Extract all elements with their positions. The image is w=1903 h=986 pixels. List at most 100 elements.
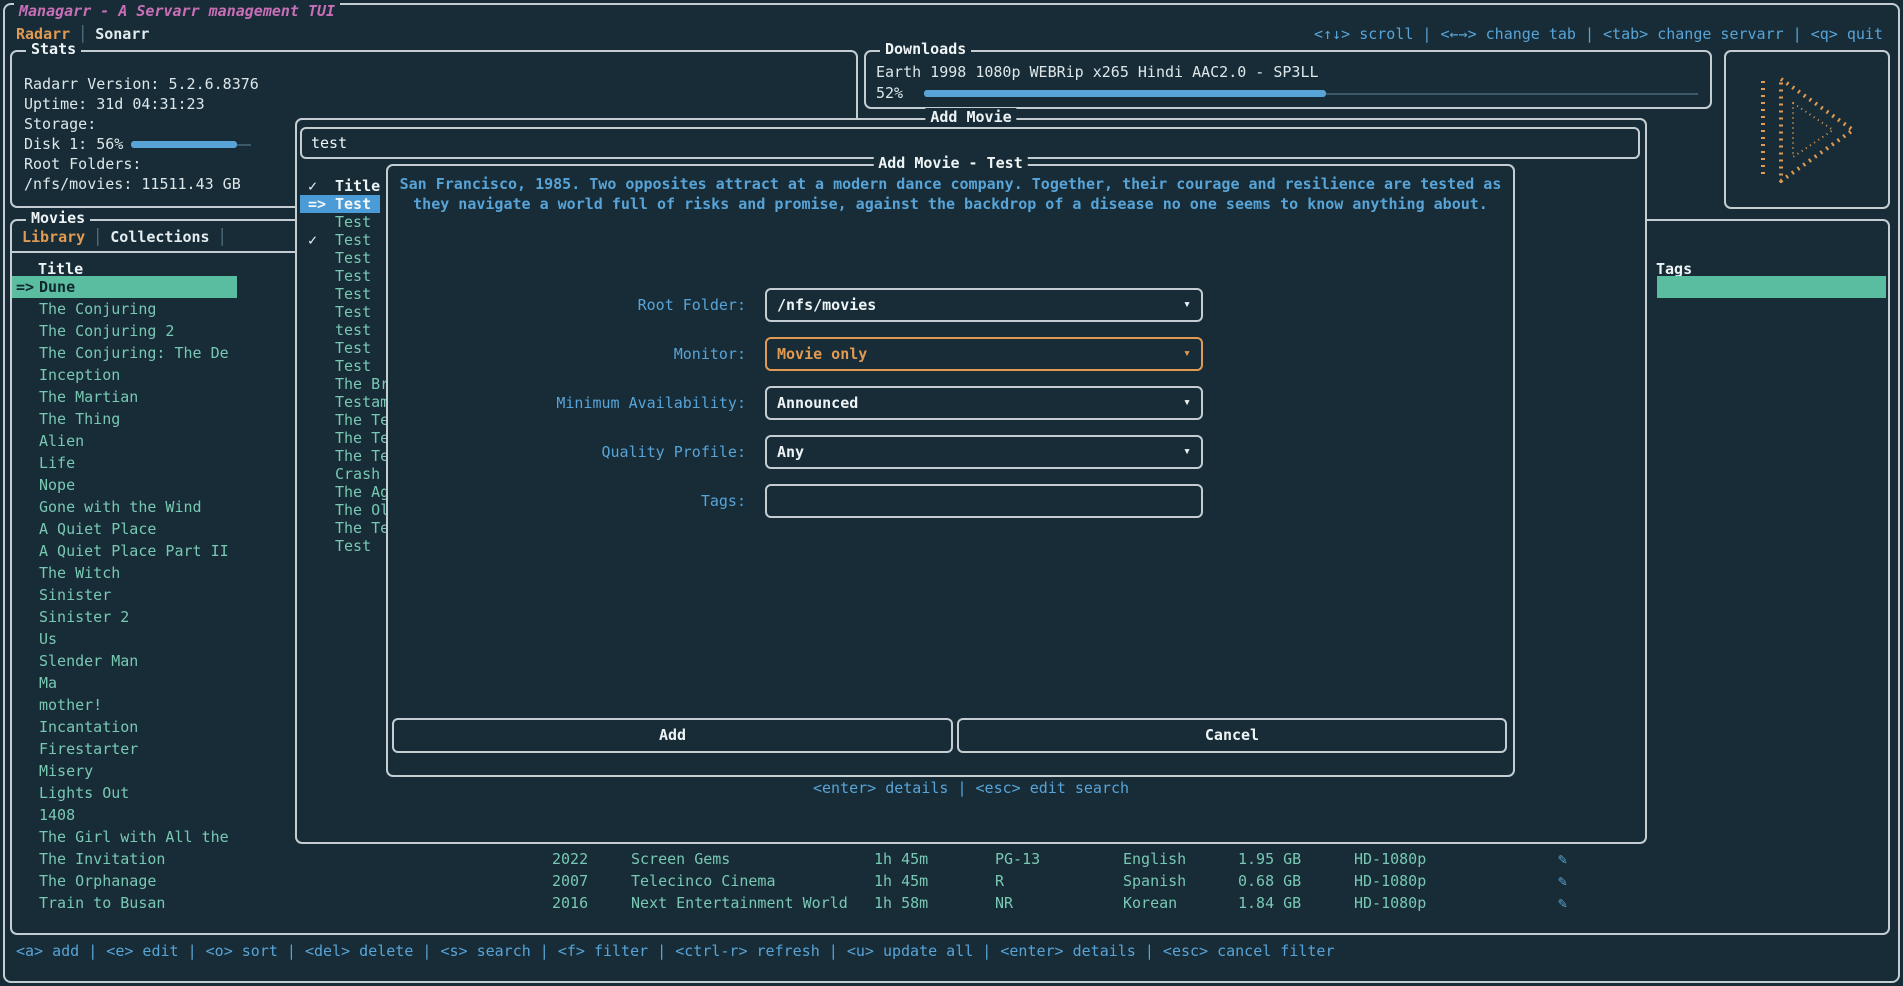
search-result-row[interactable]: test — [300, 321, 380, 339]
download-progress-gauge — [924, 90, 1698, 98]
chevron-down-icon: ▾ — [1183, 437, 1191, 467]
selection-arrow: => — [16, 276, 40, 298]
pencil-icon: ✎ — [1558, 870, 1567, 892]
download-bar-track — [1326, 93, 1698, 95]
monitor-value: Movie only — [777, 339, 867, 369]
disk-usage-gauge — [131, 141, 251, 149]
tags-input[interactable] — [765, 484, 1203, 518]
search-result-row[interactable]: The Test — [300, 411, 380, 429]
result-title-cell: Test — [335, 231, 371, 249]
bottom-keybindings: <a> add | <e> edit | <o> sort | <del> de… — [16, 941, 1335, 961]
search-result-row[interactable]: Test — [300, 303, 380, 321]
movie-year-cell: 2022 — [552, 848, 588, 870]
tab-sonarr[interactable]: Sonarr — [95, 25, 149, 43]
results-header-label: Title — [335, 177, 380, 195]
result-title-cell: Test — [335, 537, 371, 555]
movie-studio-cell: Screen Gems — [631, 848, 730, 870]
result-title-cell: Test — [335, 303, 371, 321]
movie-size-cell: 0.68 GB — [1238, 870, 1301, 892]
storage-label: Storage: — [24, 114, 259, 134]
movie-title-cell: Ma — [39, 672, 57, 694]
search-result-row[interactable]: Test — [300, 285, 380, 303]
movie-certification-cell: PG-13 — [995, 848, 1040, 870]
disk-usage-bar-track — [237, 144, 251, 146]
movie-title-cell: Sinister 2 — [39, 606, 129, 628]
radarr-version-value: 5.2.6.8376 — [169, 75, 259, 93]
result-title-cell: Test — [335, 357, 371, 375]
quality-profile-value: Any — [777, 437, 804, 467]
form-row-quality-profile: Quality Profile: Any ▾ — [388, 435, 1513, 469]
form-row-tags: Tags: — [388, 484, 1513, 518]
checkmark-icon: ✓ — [308, 177, 335, 195]
movie-title-cell: A Quiet Place — [39, 518, 156, 540]
chevron-down-icon: ▾ — [1183, 388, 1191, 418]
search-results-list: ✓ Title =>Test Test ✓Test Test Test Test… — [300, 177, 386, 555]
search-result-row[interactable]: Test — [300, 213, 380, 231]
result-title-cell: Test — [335, 195, 371, 213]
minimum-availability-label: Minimum Availability: — [388, 386, 746, 420]
movie-title-cell: The Girl with All the — [39, 826, 229, 848]
result-title-cell: Test — [335, 213, 371, 231]
results-header: ✓ Title — [300, 177, 380, 195]
radarr-version-label: Radarr Version: — [24, 75, 159, 93]
search-result-row[interactable]: Crash Te — [300, 465, 380, 483]
popup-keybindings: <enter> details | <esc> edit search — [297, 778, 1645, 798]
movie-row[interactable]: The Orphanage 2007 Telecinco Cinema 1h 4… — [12, 870, 1888, 892]
search-result-row[interactable]: =>Test — [300, 195, 380, 213]
add-movie-modal: Add Movie - Test San Francisco, 1985. Tw… — [386, 164, 1515, 777]
movie-title-cell: 1408 — [39, 804, 75, 826]
movie-row[interactable]: The Invitation 2022 Screen Gems 1h 45m P… — [12, 848, 1888, 870]
root-folder-value: /nfs/movies — [777, 290, 876, 320]
selected-row-tags-highlight — [1657, 276, 1886, 298]
tab-separator: │ — [218, 228, 227, 246]
movie-quality-cell: HD-1080p — [1354, 892, 1426, 914]
search-result-row[interactable]: The Old — [300, 501, 380, 519]
add-movie-popup: Add Movie test ✓ Title =>Test Test ✓Test… — [295, 118, 1647, 844]
movie-title-cell: The Conjuring — [39, 298, 156, 320]
minimum-availability-dropdown[interactable]: Announced ▾ — [765, 386, 1203, 420]
search-result-row[interactable]: ✓Test — [300, 231, 380, 249]
form-row-monitor: Monitor: Movie only ▾ — [388, 337, 1513, 371]
movie-row[interactable]: Train to Busan 2016 Next Entertainment W… — [12, 892, 1888, 914]
search-result-row[interactable]: Test — [300, 267, 380, 285]
movie-title-cell: The Conjuring 2 — [39, 320, 174, 342]
result-title-cell: Test — [335, 339, 371, 357]
logo-panel — [1724, 50, 1890, 209]
disk-usage-bar-filled — [131, 141, 237, 148]
search-result-row[interactable]: Test — [300, 537, 380, 555]
search-result-row[interactable]: The Test — [300, 429, 380, 447]
search-result-row[interactable]: Test — [300, 357, 380, 375]
stats-lines: Radarr Version: 5.2.6.8376 Uptime: 31d 0… — [24, 74, 259, 194]
search-result-row[interactable]: The Bran — [300, 375, 380, 393]
result-title-cell: Test — [335, 267, 371, 285]
tabs-underline — [12, 251, 296, 253]
search-result-row[interactable]: Test — [300, 249, 380, 267]
search-result-row[interactable]: The Test — [300, 519, 380, 537]
search-result-row[interactable]: The Test — [300, 447, 380, 465]
download-bar-filled — [924, 90, 1326, 97]
movie-studio-cell: Telecinco Cinema — [631, 870, 776, 892]
disk-percent: 56% — [96, 135, 123, 153]
search-result-row[interactable]: The Aga — [300, 483, 380, 501]
tab-library[interactable]: Library — [22, 228, 85, 246]
movie-title-cell: Firestarter — [39, 738, 138, 760]
movie-title-cell: Nope — [39, 474, 75, 496]
search-result-row[interactable]: Testamen — [300, 393, 380, 411]
movie-language-cell: Korean — [1123, 892, 1177, 914]
add-button[interactable]: Add — [392, 718, 953, 753]
uptime-label: Uptime: — [24, 95, 87, 113]
movie-size-cell: 1.95 GB — [1238, 848, 1301, 870]
movie-certification-cell: R — [995, 870, 1004, 892]
search-result-row[interactable]: Test — [300, 339, 380, 357]
radarr-version: Radarr Version: 5.2.6.8376 — [24, 74, 259, 94]
movie-title-cell: The Conjuring: The De — [39, 342, 229, 364]
movie-quality-cell: HD-1080p — [1354, 848, 1426, 870]
tab-collections[interactable]: Collections — [110, 228, 209, 246]
root-folder-dropdown[interactable]: /nfs/movies ▾ — [765, 288, 1203, 322]
quality-profile-dropdown[interactable]: Any ▾ — [765, 435, 1203, 469]
downloads-panel: Downloads Earth 1998 1080p WEBRip x265 H… — [864, 50, 1712, 109]
movie-quality-cell: HD-1080p — [1354, 870, 1426, 892]
movie-title-cell: Slender Man — [39, 650, 138, 672]
monitor-dropdown[interactable]: Movie only ▾ — [765, 337, 1203, 371]
cancel-button[interactable]: Cancel — [957, 718, 1507, 753]
